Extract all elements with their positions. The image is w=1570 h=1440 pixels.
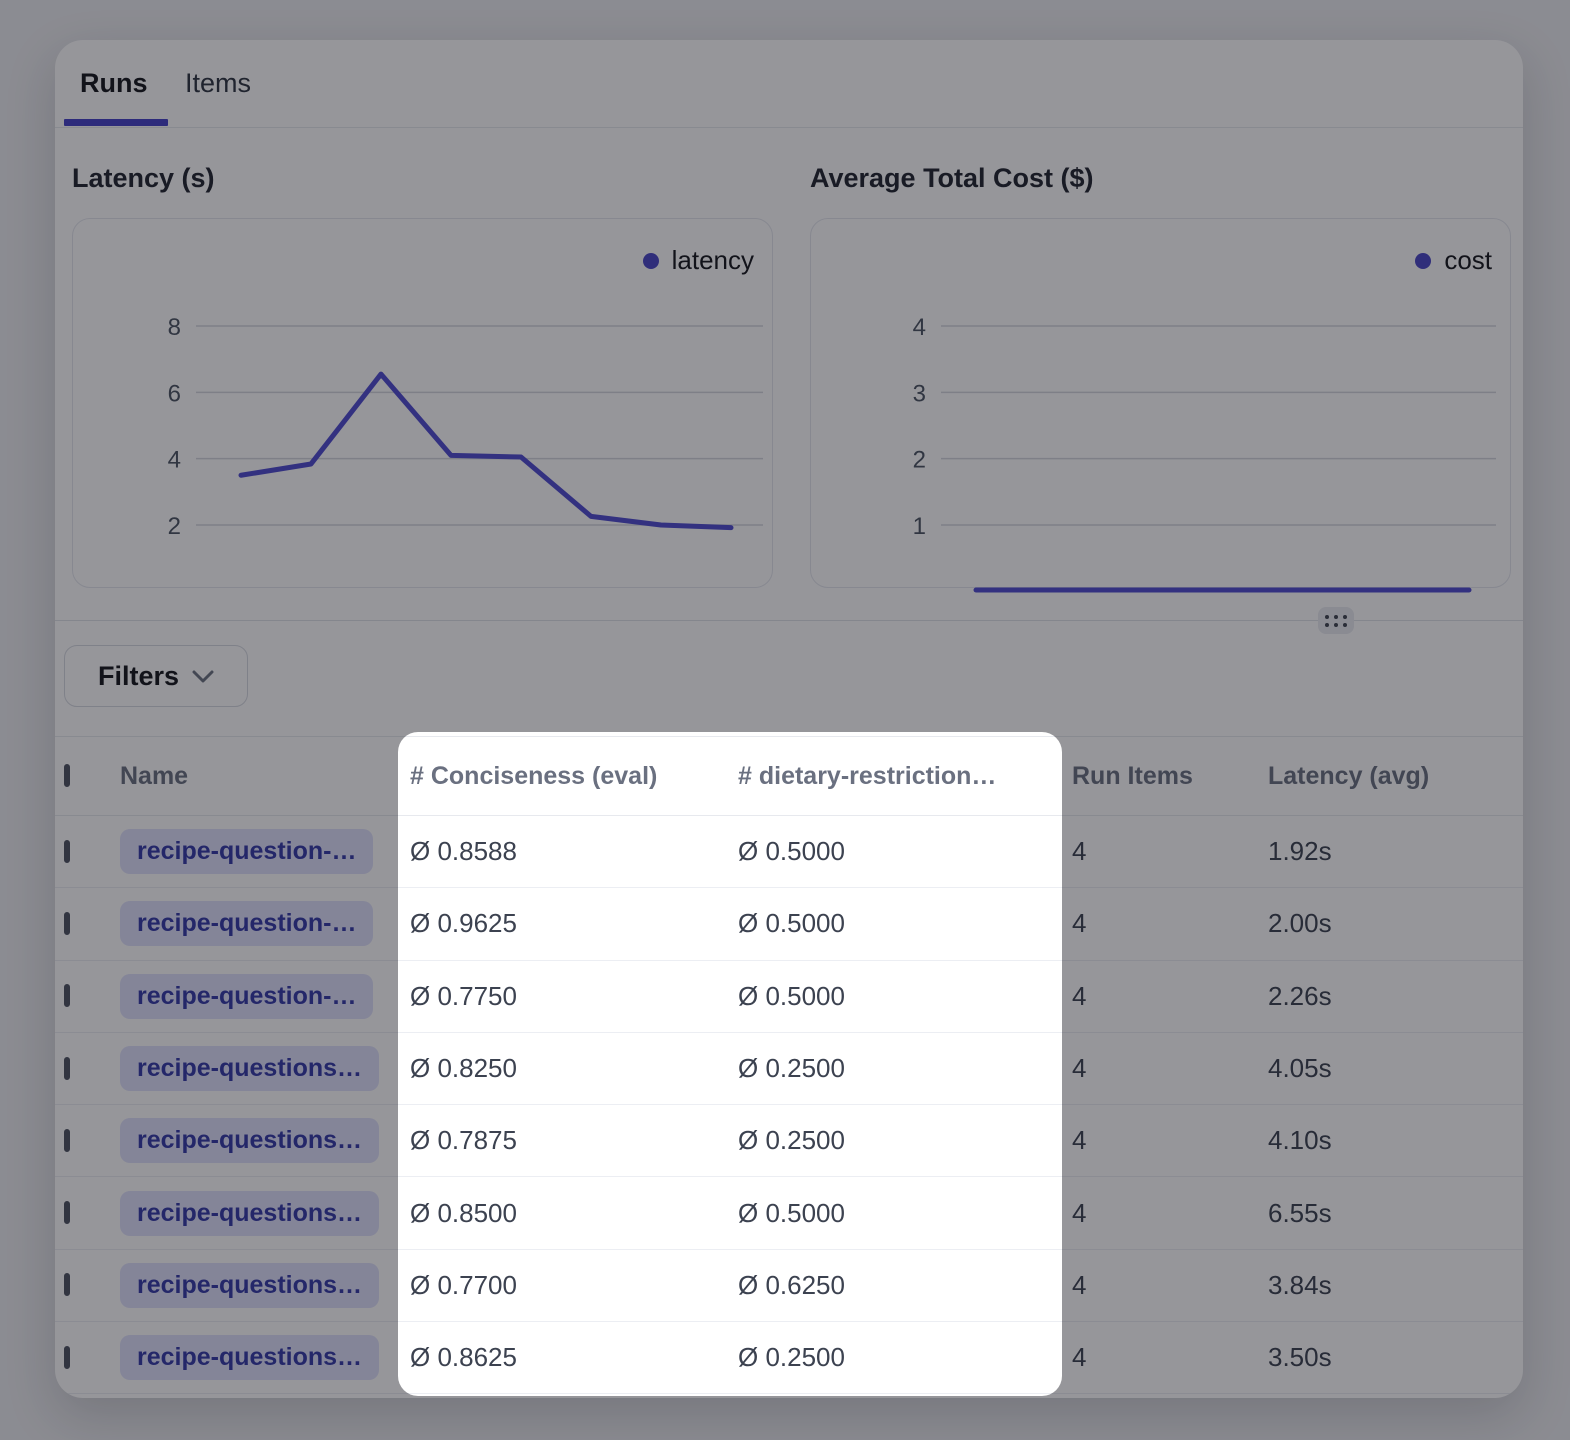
tabs-bar: Runs Items [55,40,1523,128]
filters-button[interactable]: Filters [64,645,248,707]
table-row: recipe-question-… Ø 0.9625 Ø 0.5000 4 2.… [55,888,1523,960]
run-name-badge[interactable]: recipe-questions… [120,1263,379,1308]
y-tick-label: 8 [168,314,181,341]
conciseness-cell: Ø 0.7700 [410,1270,738,1301]
latency-cell: 2.00s [1268,908,1523,939]
y-tick-label: 2 [168,513,181,540]
dietary-cell: Ø 0.5000 [738,981,1072,1012]
latency-cell: 3.84s [1268,1270,1523,1301]
table-row: recipe-questions… Ø 0.7875 Ø 0.2500 4 4.… [55,1105,1523,1177]
table-row: recipe-question-… Ø 0.8588 Ø 0.5000 4 1.… [55,816,1523,888]
y-tick-label: 6 [168,380,181,407]
filters-button-label: Filters [98,661,179,692]
table-row: recipe-questions… Ø 0.8250 Ø 0.2500 4 4.… [55,1033,1523,1105]
row-checkbox[interactable] [64,840,70,863]
latency-cell: 3.50s [1268,1342,1523,1373]
runs-table: Name # Conciseness (eval) # dietary-rest… [55,736,1523,1398]
y-tick-label: 1 [913,513,926,540]
run-name-badge[interactable]: recipe-question-… [120,901,373,946]
dietary-cell: Ø 0.2500 [738,1342,1072,1373]
latency-legend: latency [643,245,754,276]
dataset-runs-window: Runs Items Latency (s) 2468 latency Aver… [55,40,1523,1398]
row-checkbox[interactable] [64,912,70,935]
latency-chart-block: Latency (s) 2468 latency [72,158,775,198]
latency-cell: 2.26s [1268,981,1523,1012]
table-body: recipe-question-… Ø 0.8588 Ø 0.5000 4 1.… [55,816,1523,1394]
conciseness-cell: Ø 0.7750 [410,981,738,1012]
run-items-cell: 4 [1072,1342,1268,1373]
conciseness-cell: Ø 0.8500 [410,1198,738,1229]
chevron-down-icon [192,670,214,683]
latency-series-line [241,374,731,528]
y-tick-label: 3 [913,380,926,407]
tab-runs[interactable]: Runs [80,40,148,126]
row-checkbox[interactable] [64,1057,70,1080]
run-name-badge[interactable]: recipe-question-… [120,974,373,1019]
cost-chart-title: Average Total Cost ($) [810,158,1512,198]
cost-chart-block: Average Total Cost ($) 1234 cost [810,158,1512,198]
cost-line-chart: 1 2 3 4 [811,219,1512,589]
run-items-cell: 4 [1072,836,1268,867]
grip-dots-icon [1325,615,1347,627]
run-name-badge[interactable]: recipe-question-… [120,829,373,874]
resize-grip-handle[interactable] [1318,607,1354,634]
column-header-dietary: # dietary-restriction… [738,762,1072,791]
conciseness-cell: Ø 0.7875 [410,1125,738,1156]
table-row: recipe-questions… Ø 0.8625 Ø 0.2500 4 3.… [55,1322,1523,1394]
tab-items[interactable]: Items [185,40,251,126]
row-checkbox[interactable] [64,984,70,1007]
select-all-checkbox[interactable] [64,764,70,787]
latency-cell: 4.05s [1268,1053,1523,1084]
run-items-cell: 4 [1072,1198,1268,1229]
run-name-badge[interactable]: recipe-questions… [120,1335,379,1380]
table-header-row: Name # Conciseness (eval) # dietary-rest… [55,736,1523,816]
table-row: recipe-question-… Ø 0.7750 Ø 0.5000 4 2.… [55,961,1523,1033]
dietary-cell: Ø 0.5000 [738,908,1072,939]
section-divider [55,620,1523,621]
run-name-badge[interactable]: recipe-questions… [120,1046,379,1091]
conciseness-cell: Ø 0.8588 [410,836,738,867]
table-row: recipe-questions… Ø 0.8500 Ø 0.5000 4 6.… [55,1177,1523,1249]
latency-cell: 4.10s [1268,1125,1523,1156]
cost-legend: cost [1415,245,1492,276]
cost-chart-card: 1 2 3 4 cost [810,218,1511,588]
column-header-run-items: Run Items [1072,762,1268,791]
run-items-cell: 4 [1072,1125,1268,1156]
latency-chart-title: Latency (s) [72,158,775,198]
run-name-badge[interactable]: recipe-questions… [120,1118,379,1163]
cost-legend-label: cost [1444,245,1492,276]
latency-legend-dot-icon [643,253,659,269]
run-items-cell: 4 [1072,1053,1268,1084]
run-items-cell: 4 [1072,1270,1268,1301]
dietary-cell: Ø 0.2500 [738,1053,1072,1084]
row-checkbox[interactable] [64,1201,70,1224]
latency-legend-label: latency [672,245,754,276]
y-tick-label: 4 [168,447,181,474]
column-header-name: Name [120,762,410,791]
y-tick-label: 4 [913,314,926,341]
dietary-cell: Ø 0.5000 [738,836,1072,867]
column-header-latency: Latency (avg) [1268,762,1523,791]
y-tick-label: 2 [913,447,926,474]
run-name-badge[interactable]: recipe-questions… [120,1191,379,1236]
table-row: recipe-questions… Ø 0.7700 Ø 0.6250 4 3.… [55,1250,1523,1322]
latency-cell: 6.55s [1268,1198,1523,1229]
conciseness-cell: Ø 0.9625 [410,908,738,939]
row-checkbox[interactable] [64,1346,70,1369]
page: { "tabs": { "runs": "Runs", "items": "It… [0,0,1570,1440]
conciseness-cell: Ø 0.8625 [410,1342,738,1373]
latency-cell: 1.92s [1268,836,1523,867]
run-items-cell: 4 [1072,981,1268,1012]
row-checkbox[interactable] [64,1129,70,1152]
row-checkbox[interactable] [64,1273,70,1296]
active-tab-indicator [64,119,168,126]
column-header-conciseness: # Conciseness (eval) [410,762,738,791]
run-items-cell: 4 [1072,908,1268,939]
dietary-cell: Ø 0.2500 [738,1125,1072,1156]
dietary-cell: Ø 0.6250 [738,1270,1072,1301]
dietary-cell: Ø 0.5000 [738,1198,1072,1229]
conciseness-cell: Ø 0.8250 [410,1053,738,1084]
cost-legend-dot-icon [1415,253,1431,269]
latency-chart-card: 2 4 6 8 latency [72,218,773,588]
